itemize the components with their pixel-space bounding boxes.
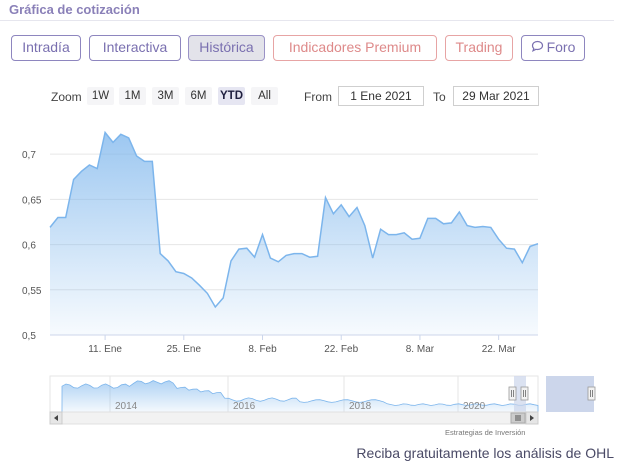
price-point[interactable] [520,261,524,265]
price-point[interactable] [48,225,52,229]
price-point[interactable] [253,255,257,259]
price-point[interactable] [449,221,453,225]
price-point[interactable] [379,227,383,231]
price-point[interactable] [150,159,154,163]
price-point[interactable] [80,169,84,173]
price-point[interactable] [331,212,335,216]
price-point[interactable] [324,196,328,200]
price-point[interactable] [166,259,170,263]
price-point[interactable] [198,283,202,287]
price-point[interactable] [276,260,280,264]
navigator-year-label: 2018 [349,401,372,412]
price-point[interactable] [363,224,367,228]
price-point[interactable] [308,255,312,259]
y-tick-label: 0,7 [22,150,36,161]
analysis-promo-text[interactable]: Reciba gratuitamente los análisis de OHL [356,445,614,461]
price-area [50,132,538,335]
x-tick-label: 22. Mar [482,344,517,355]
navigator-year-label: 2014 [115,401,138,412]
price-point[interactable] [536,242,540,246]
y-tick-label: 0,55 [22,286,42,297]
price-point[interactable] [505,246,509,250]
x-tick-label: 25. Ene [167,344,202,355]
price-point[interactable] [371,256,375,260]
price-point[interactable] [205,291,209,295]
price-point[interactable] [497,237,501,241]
navigator-outside-handle[interactable] [587,386,596,401]
y-tick-label: 0,65 [22,195,42,206]
price-point[interactable] [457,210,461,214]
price-point[interactable] [316,254,320,258]
price-point[interactable] [95,167,99,171]
navigator-outside-mask [546,376,594,412]
y-tick-label: 0,5 [22,331,36,342]
price-point[interactable] [221,296,225,300]
x-tick-label: 22. Feb [324,344,358,355]
price-point[interactable] [465,224,469,228]
navigator-year-label: 2016 [233,401,256,412]
x-tick-label: 8. Mar [406,344,435,355]
price-point[interactable] [410,237,414,241]
price-point[interactable] [213,305,217,309]
price-point[interactable] [64,216,68,220]
price-point[interactable] [143,159,147,163]
price-point[interactable] [473,225,477,229]
y-tick-label: 0,6 [22,241,36,252]
price-point[interactable] [347,215,351,219]
price-point[interactable] [418,236,422,240]
price-point[interactable] [135,154,139,158]
x-tick-label: 11. Ene [88,344,122,355]
price-chart: 0,7 0,65 0,6 0,55 0,5 11. Ene 25. Ene 8. Feb 22… [22,130,596,425]
chart-credit[interactable]: Estrategias de Inversión [445,428,525,437]
price-point[interactable] [481,225,485,229]
navigator-right-handle[interactable] [520,386,529,401]
price-point[interactable] [528,244,532,248]
price-point[interactable] [182,272,186,276]
price-point[interactable] [119,132,123,136]
price-point[interactable] [284,253,288,257]
price-point[interactable] [434,216,438,220]
price-point[interactable] [426,216,430,220]
price-point[interactable] [442,222,446,226]
price-point[interactable] [300,252,304,256]
x-axis-labels: 11. Ene 25. Ene 8. Feb 22. Feb 8. Mar 22. Mar [88,335,516,355]
price-point[interactable] [489,225,493,229]
price-point[interactable] [245,246,249,250]
price-point[interactable] [261,233,265,237]
x-tick-label: 8. Feb [248,344,277,355]
price-point[interactable] [190,276,194,280]
price-point[interactable] [229,259,233,263]
price-point[interactable] [394,233,398,237]
price-point[interactable] [237,247,241,251]
scrollbar-track[interactable] [49,411,539,425]
price-point[interactable] [387,233,391,237]
navigator[interactable]: 2014 2016 2018 2020 [49,375,596,413]
price-point[interactable] [174,270,178,274]
y-axis-labels: 0,7 0,65 0,6 0,55 0,5 [22,150,42,342]
price-point[interactable] [355,206,359,210]
price-point[interactable] [127,136,131,140]
navigator-year-label: 2020 [463,401,486,412]
price-point[interactable] [158,252,162,256]
navigator-left-handle[interactable] [508,386,517,401]
price-point[interactable] [87,163,91,167]
price-point[interactable] [72,178,76,182]
price-point[interactable] [292,252,296,256]
price-point[interactable] [512,247,516,251]
scrollbar[interactable] [49,411,539,425]
price-point[interactable] [111,140,115,144]
price-point[interactable] [268,256,272,260]
price-point[interactable] [56,216,60,220]
price-point[interactable] [402,231,406,235]
price-point[interactable] [103,131,107,135]
price-point[interactable] [339,203,343,207]
